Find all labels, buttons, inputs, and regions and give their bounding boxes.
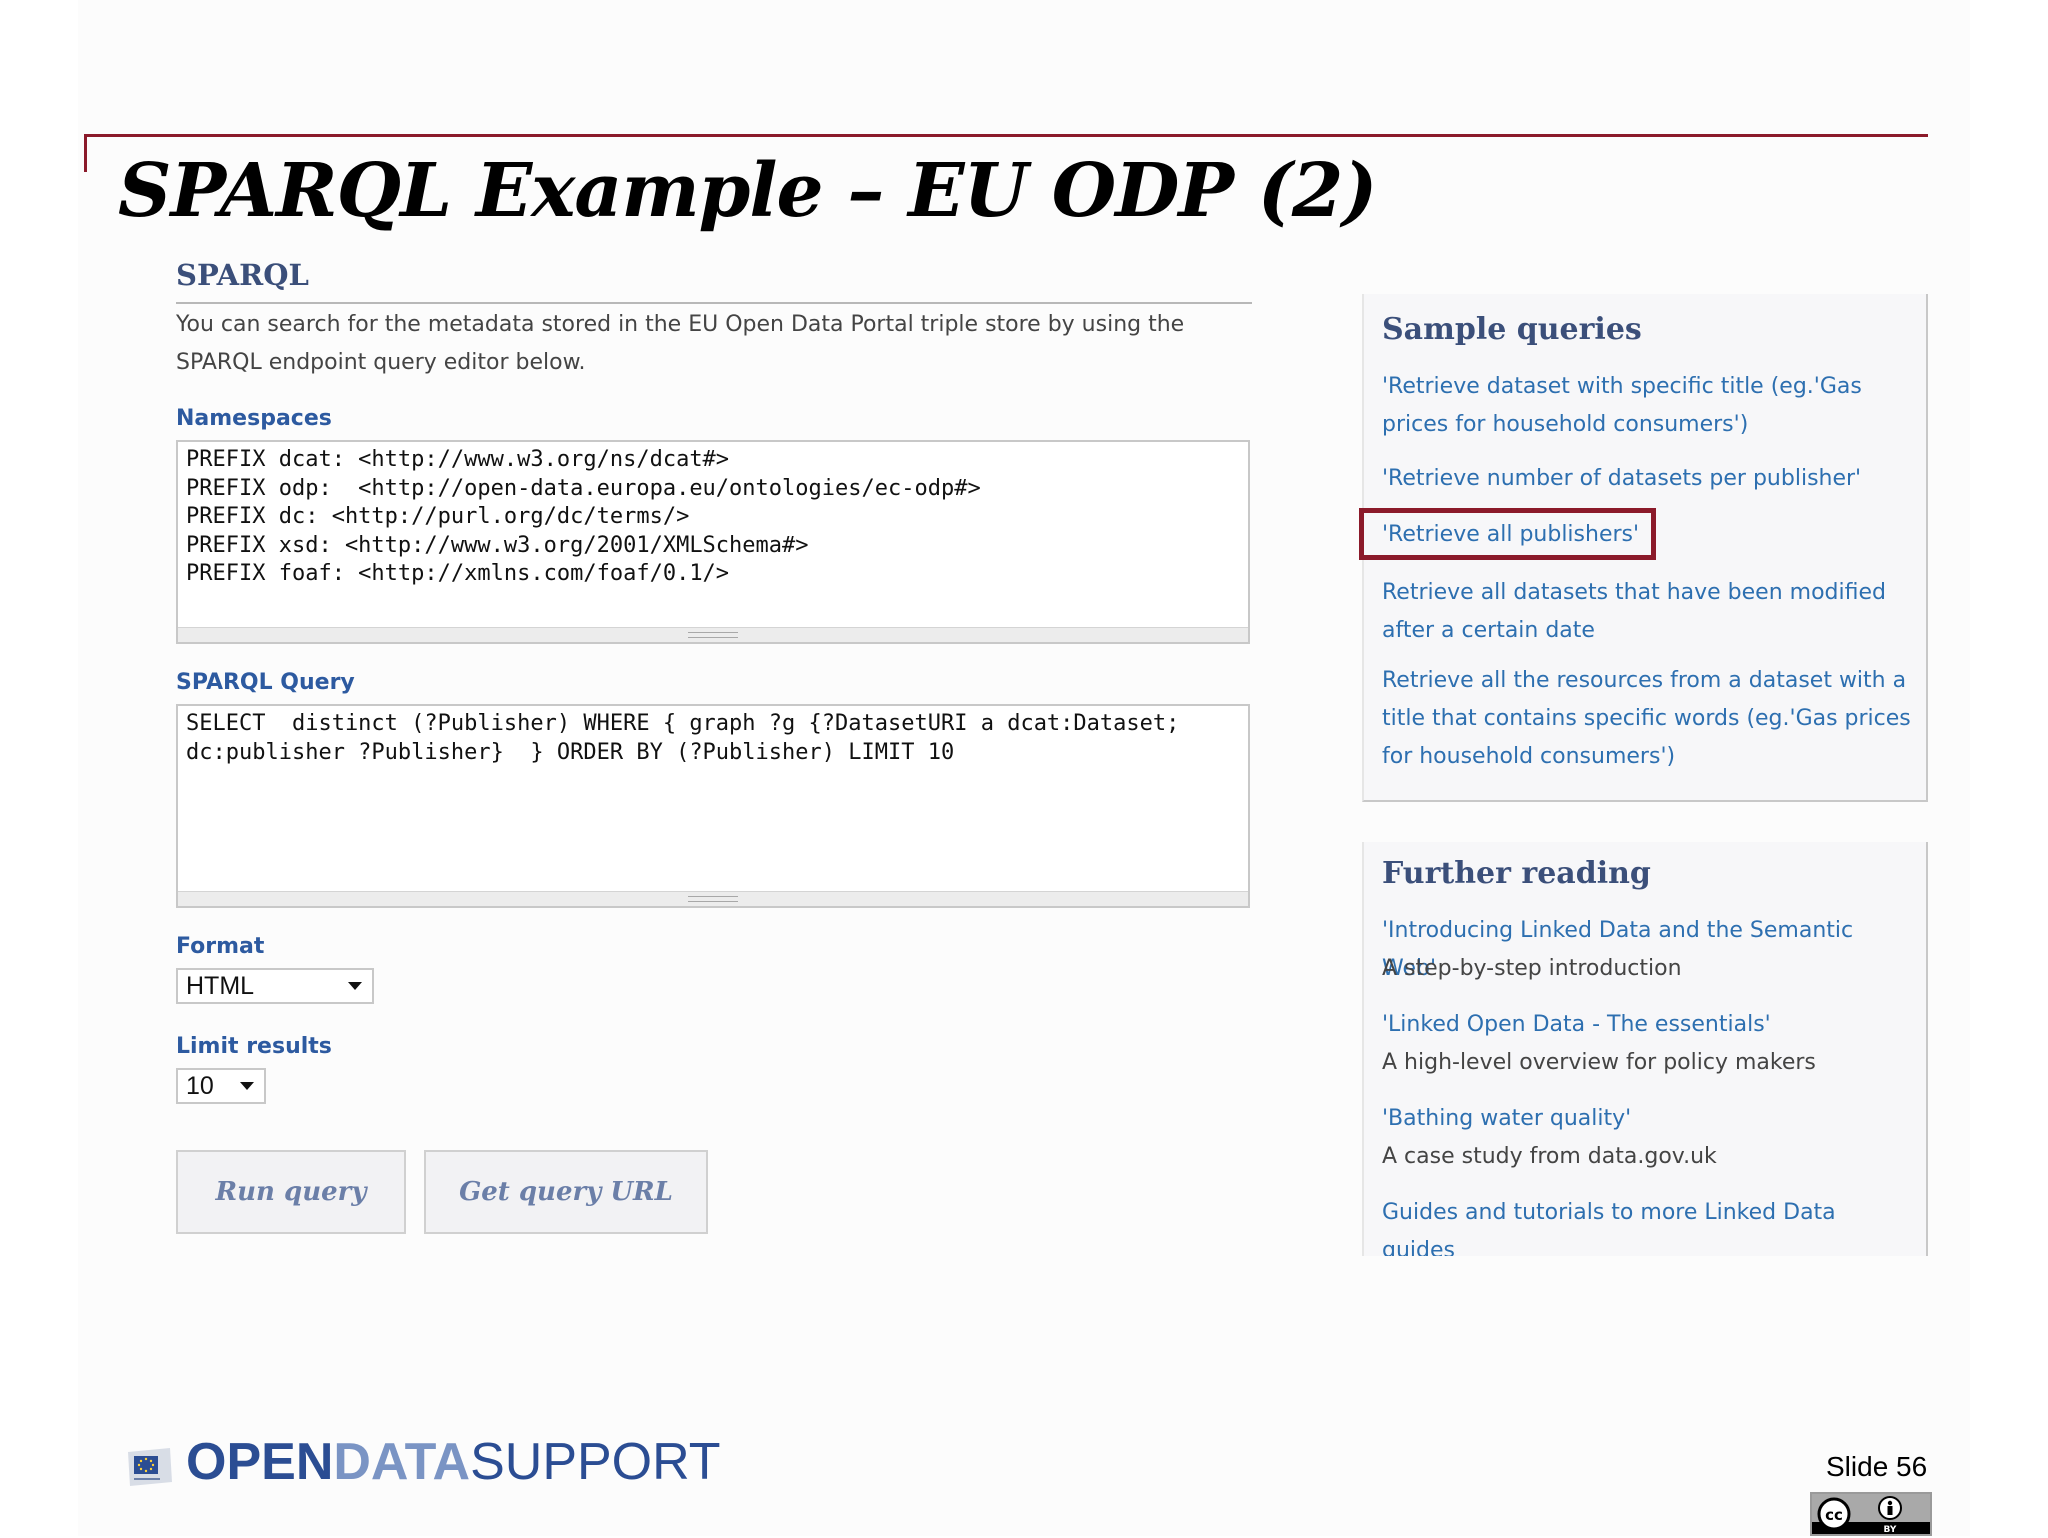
eu-flag-icon xyxy=(128,1448,172,1486)
sparql-query-text[interactable]: SELECT distinct (?Publisher) WHERE { gra… xyxy=(178,706,1248,771)
svg-text:cc: cc xyxy=(1825,1506,1843,1524)
logo-data: DATA xyxy=(333,1433,471,1491)
heading-divider xyxy=(176,302,1252,304)
sample-query-link[interactable]: 'Retrieve dataset with specific title (e… xyxy=(1382,368,1912,444)
open-data-support-logo: OPENDATASUPPORT xyxy=(186,1432,721,1492)
intro-text: You can search for the metadata stored i… xyxy=(176,312,1185,375)
further-reading-note: A case study from data.gov.uk xyxy=(1382,1144,1717,1169)
highlight-box xyxy=(1359,508,1656,560)
sparql-query-label: SPARQL Query xyxy=(176,670,355,695)
svg-text:BY: BY xyxy=(1884,1525,1897,1534)
further-reading-link[interactable]: 'Linked Open Data - The essentials' xyxy=(1382,1006,1912,1044)
slide-number: Slide 56 xyxy=(1826,1451,1928,1482)
further-reading-note: A high-level overview for policy makers xyxy=(1382,1050,1816,1075)
cc-by-icon: cc BY xyxy=(1812,1494,1930,1535)
sample-query-link[interactable]: Retrieve all the resources from a datase… xyxy=(1382,662,1912,776)
title-rule xyxy=(84,134,1928,137)
sample-query-link[interactable]: 'Retrieve number of datasets per publish… xyxy=(1382,460,1912,498)
further-reading-box: Further reading 'Introducing Linked Data… xyxy=(1362,842,1928,1256)
sample-queries-heading: Sample queries xyxy=(1382,312,1642,347)
format-select[interactable]: HTML xyxy=(176,968,374,1004)
cc-by-license-badge: cc BY xyxy=(1810,1492,1932,1536)
format-select-value: HTML xyxy=(186,972,255,1000)
get-query-url-button[interactable]: Get query URL xyxy=(424,1150,708,1234)
chevron-down-icon xyxy=(240,1082,254,1090)
resize-handle[interactable] xyxy=(178,891,1248,906)
namespaces-label: Namespaces xyxy=(176,406,332,431)
run-query-button[interactable]: Run query xyxy=(176,1150,406,1234)
title-rule-tick xyxy=(84,134,87,172)
slide-title: SPARQL Example – EU ODP (2) xyxy=(118,148,1377,234)
namespaces-textarea[interactable]: PREFIX dcat: <http://www.w3.org/ns/dcat#… xyxy=(176,440,1250,644)
format-label: Format xyxy=(176,934,265,959)
sample-query-link[interactable]: Retrieve all datasets that have been mod… xyxy=(1382,574,1912,650)
further-reading-heading: Further reading xyxy=(1382,856,1651,891)
further-reading-note: A step-by-step introduction xyxy=(1382,956,1682,981)
sparql-query-textarea[interactable]: SELECT distinct (?Publisher) WHERE { gra… xyxy=(176,704,1250,908)
further-reading-link[interactable]: Guides and tutorials to more Linked Data… xyxy=(1382,1194,1912,1256)
limit-select-value: 10 xyxy=(186,1072,214,1100)
resize-handle[interactable] xyxy=(178,627,1248,642)
limit-results-label: Limit results xyxy=(176,1034,332,1059)
limit-results-select[interactable]: 10 xyxy=(176,1068,266,1104)
further-reading-link[interactable]: 'Bathing water quality' xyxy=(1382,1100,1912,1138)
sparql-heading: SPARQL xyxy=(176,258,309,292)
namespaces-text[interactable]: PREFIX dcat: <http://www.w3.org/ns/dcat#… xyxy=(178,442,1248,593)
chevron-down-icon xyxy=(348,982,362,990)
logo-support: SUPPORT xyxy=(470,1433,721,1491)
logo-open: OPEN xyxy=(186,1433,334,1491)
